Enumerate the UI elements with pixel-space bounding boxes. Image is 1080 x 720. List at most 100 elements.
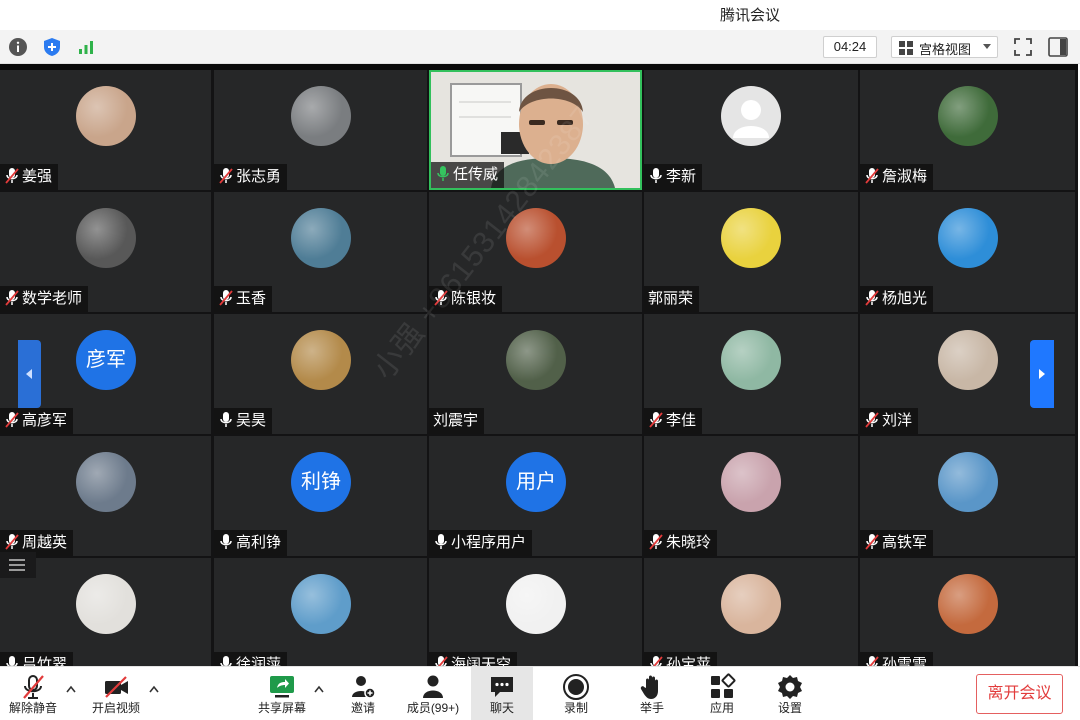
mic-icon xyxy=(220,412,232,428)
participant-avatar xyxy=(721,574,781,634)
audio-options-caret-icon[interactable] xyxy=(66,685,76,693)
participant-avatar xyxy=(76,86,136,146)
participant-name-tag: 刘震宇 xyxy=(429,408,485,434)
arrow-left-icon xyxy=(26,369,32,379)
participant-tile[interactable]: 李佳 xyxy=(644,314,858,434)
share-screen-button[interactable]: 共享屏幕 xyxy=(252,667,312,720)
participant-tile[interactable]: 数学老师 xyxy=(0,192,211,312)
participant-name-tag: 高利铮 xyxy=(214,530,288,556)
participant-name-tag: 小程序用户 xyxy=(429,530,533,556)
raise-hand-icon xyxy=(640,675,658,699)
chat-button[interactable]: 聊天 xyxy=(471,667,533,720)
info-icon[interactable] xyxy=(8,37,28,57)
settings-button[interactable]: 设置 xyxy=(765,667,815,720)
security-shield-icon[interactable] xyxy=(42,37,62,57)
participant-name: 刘洋 xyxy=(882,412,913,430)
participant-avatar xyxy=(291,574,351,634)
mic-muted-icon xyxy=(5,290,19,306)
participant-tile[interactable]: 郭丽荣 xyxy=(644,192,858,312)
invite-button[interactable]: 邀请 xyxy=(338,667,388,720)
participant-name-tag: 刘洋 xyxy=(860,408,919,434)
grid-prev-page-button[interactable] xyxy=(18,340,41,408)
meeting-info-bar: 04:24 宫格视图 xyxy=(0,30,1080,64)
chat-label: 聊天 xyxy=(489,701,514,715)
raise-hand-button[interactable]: 举手 xyxy=(627,667,677,720)
mic-muted-icon xyxy=(865,168,879,184)
participant-tile[interactable]: 杨旭光 xyxy=(860,192,1075,312)
participant-tile[interactable]: 朱晓玲 xyxy=(644,436,858,556)
fullscreen-icon[interactable] xyxy=(1013,37,1033,57)
participant-name: 周越英 xyxy=(22,534,68,552)
participant-name: 吕竹翠 xyxy=(22,656,68,666)
participant-name-tag: 孙宝苹 xyxy=(644,652,718,666)
unmute-button[interactable]: 解除静音 xyxy=(2,667,64,720)
sidebar-toggle-icon[interactable] xyxy=(1047,36,1069,58)
participant-tile[interactable]: 高铁军 xyxy=(860,436,1075,556)
participant-avatar xyxy=(506,330,566,390)
participant-tile[interactable]: 姜强 xyxy=(0,70,211,190)
invite-user-icon xyxy=(352,676,376,699)
participant-name-tag: 姜强 xyxy=(0,164,59,190)
participant-tile[interactable]: 利铮 高利铮 xyxy=(214,436,427,556)
start-video-button[interactable]: 开启视频 xyxy=(85,667,147,720)
list-view-button[interactable] xyxy=(0,552,36,578)
participant-name-tag: 孙雪雪 xyxy=(860,652,934,666)
meeting-toolbar: 解除静音 开启视频 共享屏幕 邀请 成员(99+) 聊天 录制 举手 应用 设置… xyxy=(0,666,1080,720)
participant-avatar xyxy=(721,86,781,146)
record-button[interactable]: 录制 xyxy=(551,667,601,720)
participant-avatar: 用户 xyxy=(506,452,566,512)
window-title: 腾讯会议 xyxy=(719,7,780,24)
participant-avatar xyxy=(938,574,998,634)
view-mode-select[interactable]: 宫格视图 xyxy=(891,36,998,58)
participant-name: 孙雪雪 xyxy=(882,656,928,666)
participant-avatar xyxy=(938,86,998,146)
mic-icon xyxy=(6,656,18,666)
mic-muted-icon xyxy=(865,412,879,428)
share-options-caret-icon[interactable] xyxy=(314,685,324,693)
mic-muted-icon xyxy=(865,290,879,306)
participant-tile[interactable]: 詹淑梅 xyxy=(860,70,1075,190)
participant-name-tag: 吕竹翠 xyxy=(0,652,74,666)
participant-name-tag: 杨旭光 xyxy=(860,286,934,312)
participant-tile[interactable]: 刘震宇 xyxy=(429,314,642,434)
participant-tile[interactable]: 玉香 xyxy=(214,192,427,312)
members-button[interactable]: 成员(99+) xyxy=(398,667,468,720)
mic-muted-icon xyxy=(219,168,233,184)
participant-name: 任传威 xyxy=(453,166,499,184)
participant-tile[interactable]: 孙宝苹 xyxy=(644,558,858,666)
mic-muted-icon xyxy=(219,290,233,306)
participant-tile[interactable]: 用户小程序用户 xyxy=(429,436,642,556)
video-options-caret-icon[interactable] xyxy=(149,685,159,693)
mic-muted-icon xyxy=(23,675,44,699)
mic-muted-icon xyxy=(435,656,448,666)
share-screen-label: 共享屏幕 xyxy=(257,701,306,715)
grid-next-page-button[interactable] xyxy=(1030,340,1054,408)
participant-tile[interactable]: 周越英 xyxy=(0,436,211,556)
participant-tile[interactable]: 张志勇 xyxy=(214,70,427,190)
leave-meeting-button[interactable]: 离开会议 xyxy=(976,674,1063,714)
participant-name: 玉香 xyxy=(236,290,267,308)
grid-top-edge xyxy=(0,64,1078,70)
participant-tile[interactable]: 海阔天空 xyxy=(429,558,642,666)
apps-button[interactable]: 应用 xyxy=(697,667,747,720)
participant-name-tag: 海阔天空 xyxy=(429,652,518,666)
mic-icon xyxy=(650,168,662,184)
participant-name-tag: 朱晓玲 xyxy=(644,530,718,556)
participant-name: 郭丽荣 xyxy=(648,290,694,308)
mic-muted-icon xyxy=(5,534,19,550)
participant-name-tag: 李佳 xyxy=(644,408,703,434)
mic-muted-icon xyxy=(5,412,19,428)
participant-tile[interactable]: 孙雪雪 xyxy=(860,558,1075,666)
participant-avatar xyxy=(291,330,351,390)
mic-muted-icon xyxy=(865,534,879,550)
participant-name-tag: 詹淑梅 xyxy=(860,164,934,190)
network-signal-icon[interactable] xyxy=(76,37,96,57)
title-bar: 腾讯会议 xyxy=(0,0,1080,30)
participant-name: 小程序用户 xyxy=(451,534,527,552)
participant-name-tag: 李新 xyxy=(644,164,703,190)
participant-tile[interactable]: 徐润萍 xyxy=(214,558,427,666)
participant-tile[interactable]: 李新 xyxy=(644,70,858,190)
participant-name-tag: 高铁军 xyxy=(860,530,934,556)
mic-muted-icon xyxy=(5,168,19,184)
participant-name: 李新 xyxy=(666,168,697,186)
